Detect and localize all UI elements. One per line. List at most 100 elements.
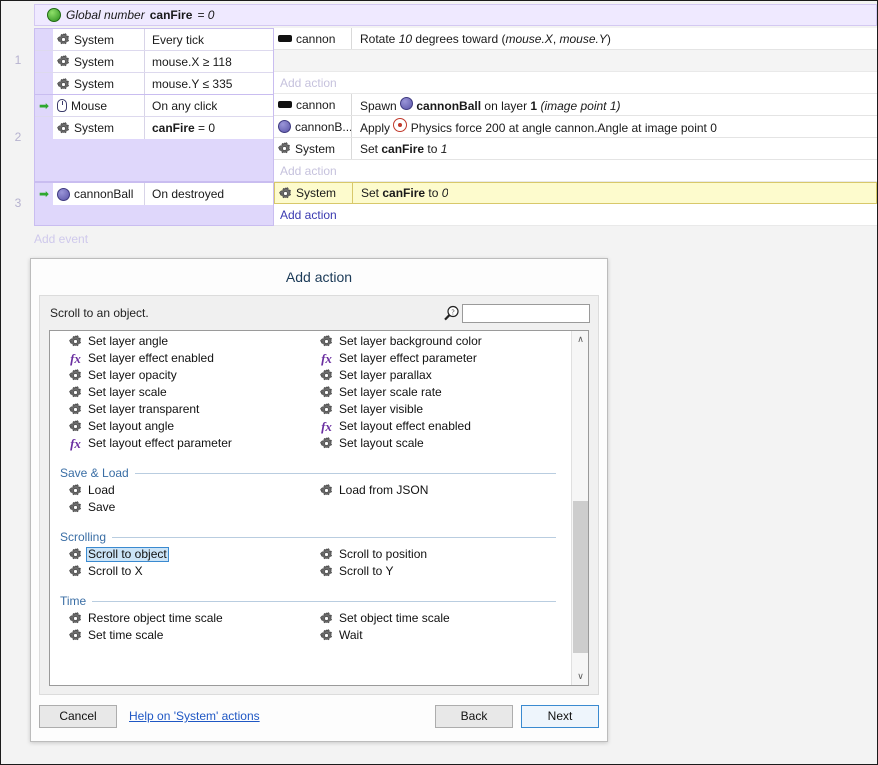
action-item[interactable]: Load xyxy=(68,482,319,499)
condition-text: canFire = 0 xyxy=(152,121,216,135)
search-help-icon[interactable]: ? xyxy=(440,305,462,322)
action-row[interactable]: cannon Spawn cannonBall on layer 1 (image… xyxy=(274,94,877,116)
scroll-down-icon[interactable]: ∨ xyxy=(572,668,588,685)
action-item-label: Scroll to object xyxy=(86,547,169,562)
action-item-label: Set layer opacity xyxy=(88,368,177,382)
section-rule xyxy=(92,600,556,602)
action-text: Set canFire to 0 xyxy=(361,186,449,200)
action-object[interactable]: cannonB... xyxy=(274,116,352,137)
condition-row[interactable]: System Every tick xyxy=(35,29,273,51)
action-item[interactable]: Set layer background color xyxy=(319,333,570,350)
action-item[interactable]: Set layer scale xyxy=(68,384,319,401)
action-list-scrollbar[interactable]: ∧ ∨ xyxy=(571,331,588,685)
action-item[interactable]: Set layer scale rate xyxy=(319,384,570,401)
add-action-link[interactable]: Add action xyxy=(274,160,877,182)
action-item[interactable]: fx Set layout effect parameter xyxy=(68,435,319,452)
search-input[interactable] xyxy=(462,303,590,323)
cancel-button[interactable]: Cancel xyxy=(39,704,117,728)
cannonball-icon xyxy=(278,120,291,133)
fx-icon: fx xyxy=(70,350,81,366)
gear-icon xyxy=(69,565,82,578)
action-item[interactable]: Set layer angle xyxy=(68,333,319,350)
action-section: Scrolling Scroll to object Scroll to posit… xyxy=(50,530,570,580)
globe-icon xyxy=(47,8,61,22)
scroll-up-icon[interactable]: ∧ xyxy=(572,331,588,348)
condition-object-label: System xyxy=(74,32,115,47)
condition-row[interactable]: System mouse.X ≥ 118 xyxy=(35,51,273,73)
action-item[interactable]: Set time scale xyxy=(68,627,319,644)
action-item-label: Set layer effect parameter xyxy=(339,351,477,365)
condition-text: mouse.Y ≤ 335 xyxy=(152,77,233,91)
action-row[interactable]: System Set canFire to 1 xyxy=(274,138,877,160)
action-item-label: Set layer effect enabled xyxy=(88,351,214,365)
global-variable-row[interactable]: Global number canFire = 0 xyxy=(34,4,877,26)
action-item-label: Set layout effect enabled xyxy=(339,419,471,433)
condition-object[interactable]: System xyxy=(53,51,145,72)
gear-icon xyxy=(320,437,333,450)
action-object[interactable]: cannon xyxy=(274,28,352,49)
action-list[interactable]: Set layer angle Set layer background colo… xyxy=(49,330,589,686)
action-item[interactable]: fx Set layer effect enabled xyxy=(68,350,319,367)
back-button[interactable]: Back xyxy=(435,704,513,728)
gear-icon xyxy=(69,612,82,625)
help-link[interactable]: Help on 'System' actions xyxy=(129,709,260,723)
action-object[interactable]: System xyxy=(274,138,352,159)
action-item[interactable]: Set layout angle xyxy=(68,418,319,435)
event-arrow-cell xyxy=(35,73,53,95)
cannon-icon xyxy=(278,35,292,42)
gear-icon xyxy=(69,369,82,382)
condition-row[interactable]: ➡ cannonBall On destroyed xyxy=(35,183,273,205)
action-item-label: Set layer visible xyxy=(339,402,424,416)
action-item[interactable]: Wait xyxy=(319,627,570,644)
action-object[interactable]: cannon xyxy=(274,94,352,115)
action-item[interactable]: Set layout scale xyxy=(319,435,570,452)
gear-icon xyxy=(320,403,333,416)
gear-icon xyxy=(69,420,82,433)
action-item[interactable]: Set layer visible xyxy=(319,401,570,418)
condition-row[interactable]: System mouse.Y ≤ 335 xyxy=(35,73,273,95)
condition-row[interactable]: System canFire = 0 xyxy=(35,117,273,139)
action-item[interactable]: Set object time scale xyxy=(319,610,570,627)
gear-icon xyxy=(320,335,333,348)
add-event-link[interactable]: Add event xyxy=(34,232,88,246)
condition-object[interactable]: Mouse xyxy=(53,95,145,116)
condition-column: System Every tick System mouse.X ≥ 118 Syste… xyxy=(34,28,274,95)
next-button[interactable]: Next xyxy=(521,704,599,728)
gear-icon xyxy=(57,121,70,135)
action-item[interactable]: fx Set layer effect parameter xyxy=(319,350,570,367)
action-item[interactable]: Save xyxy=(68,499,319,516)
action-item[interactable]: Restore object time scale xyxy=(68,610,319,627)
action-item[interactable]: Set layer transparent xyxy=(68,401,319,418)
gear-icon xyxy=(320,565,333,578)
action-item[interactable]: Scroll to object xyxy=(68,546,319,563)
gear-icon xyxy=(69,386,82,399)
section-title: Save & Load xyxy=(60,466,129,480)
action-row[interactable]: cannon Rotate 10 degrees toward (mouse.X,… xyxy=(274,28,877,50)
action-row[interactable]: System Set canFire to 0 xyxy=(274,182,877,204)
add-action-link[interactable]: Add action xyxy=(274,204,877,226)
action-text: Spawn cannonBall on layer 1 (image point… xyxy=(360,96,621,113)
action-item[interactable]: Set layer opacity xyxy=(68,367,319,384)
action-item[interactable]: Set layer parallax xyxy=(319,367,570,384)
action-item[interactable]: fx Set layout effect enabled xyxy=(319,418,570,435)
gear-icon xyxy=(320,484,333,497)
action-item-label: Load xyxy=(88,483,115,497)
fx-icon: fx xyxy=(321,418,332,434)
add-action-link[interactable]: Add action xyxy=(274,72,877,94)
action-row[interactable]: cannonB... Apply Physics force 200 at ang… xyxy=(274,116,877,138)
condition-object[interactable]: System xyxy=(53,117,145,139)
action-text: Rotate 10 degrees toward (mouse.X, mouse… xyxy=(360,31,611,46)
scrollbar-thumb[interactable] xyxy=(573,500,588,654)
action-item-label: Restore object time scale xyxy=(88,611,223,625)
action-object[interactable]: System xyxy=(275,183,353,203)
action-item-label: Set layout effect parameter xyxy=(88,436,232,450)
action-item[interactable]: Scroll to position xyxy=(319,546,570,563)
action-item[interactable]: Scroll to Y xyxy=(319,563,570,580)
condition-object[interactable]: cannonBall xyxy=(53,183,145,205)
action-item[interactable]: Scroll to X xyxy=(68,563,319,580)
condition-object[interactable]: System xyxy=(53,73,145,95)
condition-object[interactable]: System xyxy=(53,29,145,50)
action-item[interactable]: Load from JSON xyxy=(319,482,570,499)
event-arrow-cell: ➡ xyxy=(35,95,53,116)
condition-row[interactable]: ➡ Mouse On any click xyxy=(35,95,273,117)
